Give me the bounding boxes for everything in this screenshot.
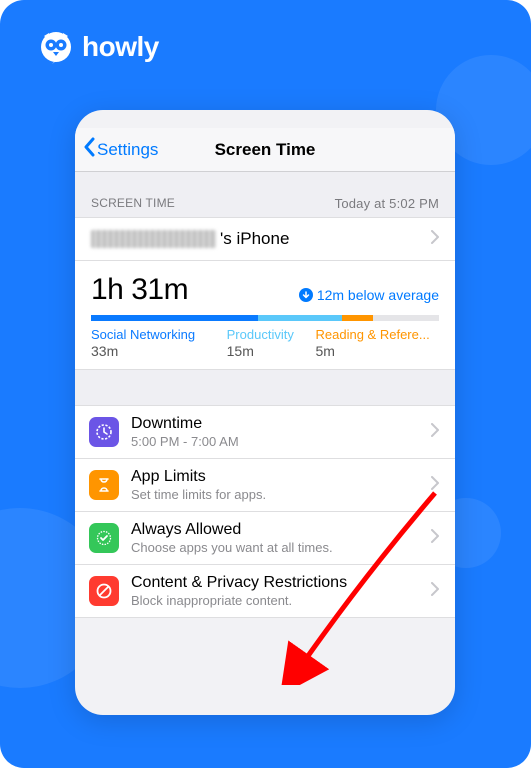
usage-bar — [91, 315, 439, 321]
nav-bar: Settings Screen Time — [75, 128, 455, 172]
phone-screenshot: Settings Screen Time SCREEN TIME Today a… — [75, 110, 455, 715]
option-title: Always Allowed — [131, 521, 419, 539]
option-title: Downtime — [131, 415, 419, 433]
chevron-right-icon — [431, 423, 439, 442]
option-content-privacy[interactable]: Content & Privacy Restrictions Block ina… — [75, 565, 455, 618]
usage-summary[interactable]: 1h 31m 12m below average Social Networki… — [75, 261, 455, 370]
redacted-name — [91, 230, 216, 248]
chevron-left-icon — [83, 137, 95, 162]
downtime-icon — [89, 417, 119, 447]
device-suffix: 's iPhone — [220, 229, 289, 249]
option-title: Content & Privacy Restrictions — [131, 574, 419, 592]
back-label: Settings — [97, 140, 158, 160]
section-timestamp: Today at 5:02 PM — [335, 196, 439, 211]
chevron-right-icon — [431, 476, 439, 495]
option-title: App Limits — [131, 468, 419, 486]
checkmark-seal-icon — [89, 523, 119, 553]
brand-logo: howly — [38, 30, 159, 64]
option-sub: 5:00 PM - 7:00 AM — [131, 434, 419, 449]
option-sub: Set time limits for apps. — [131, 487, 419, 502]
branded-frame: howly Settings Screen Time SCREEN TIME T… — [0, 0, 531, 768]
category-reading: Reading & Refere... 5m — [316, 327, 439, 359]
section-label: SCREEN TIME — [91, 196, 175, 211]
hourglass-icon — [89, 470, 119, 500]
section-gap — [75, 370, 455, 406]
option-app-limits[interactable]: App Limits Set time limits for apps. — [75, 459, 455, 512]
average-delta: 12m below average — [299, 287, 439, 303]
brand-name: howly — [82, 31, 159, 63]
category-productivity: Productivity 15m — [227, 327, 316, 359]
chevron-right-icon — [431, 230, 439, 249]
chevron-right-icon — [431, 529, 439, 548]
category-social: Social Networking 33m — [91, 327, 227, 359]
option-downtime[interactable]: Downtime 5:00 PM - 7:00 AM — [75, 406, 455, 459]
no-entry-icon — [89, 576, 119, 606]
section-header: SCREEN TIME Today at 5:02 PM — [75, 172, 455, 217]
back-button[interactable]: Settings — [83, 137, 158, 162]
device-row[interactable]: 's iPhone — [75, 217, 455, 261]
option-always-allowed[interactable]: Always Allowed Choose apps you want at a… — [75, 512, 455, 565]
total-time: 1h 31m — [91, 273, 188, 307]
option-sub: Block inappropriate content. — [131, 593, 419, 608]
owl-icon — [38, 30, 74, 64]
device-name: 's iPhone — [91, 229, 289, 249]
chevron-right-icon — [431, 582, 439, 601]
down-arrow-icon — [299, 288, 313, 302]
category-breakdown: Social Networking 33m Productivity 15m R… — [91, 327, 439, 359]
option-sub: Choose apps you want at all times. — [131, 540, 419, 555]
